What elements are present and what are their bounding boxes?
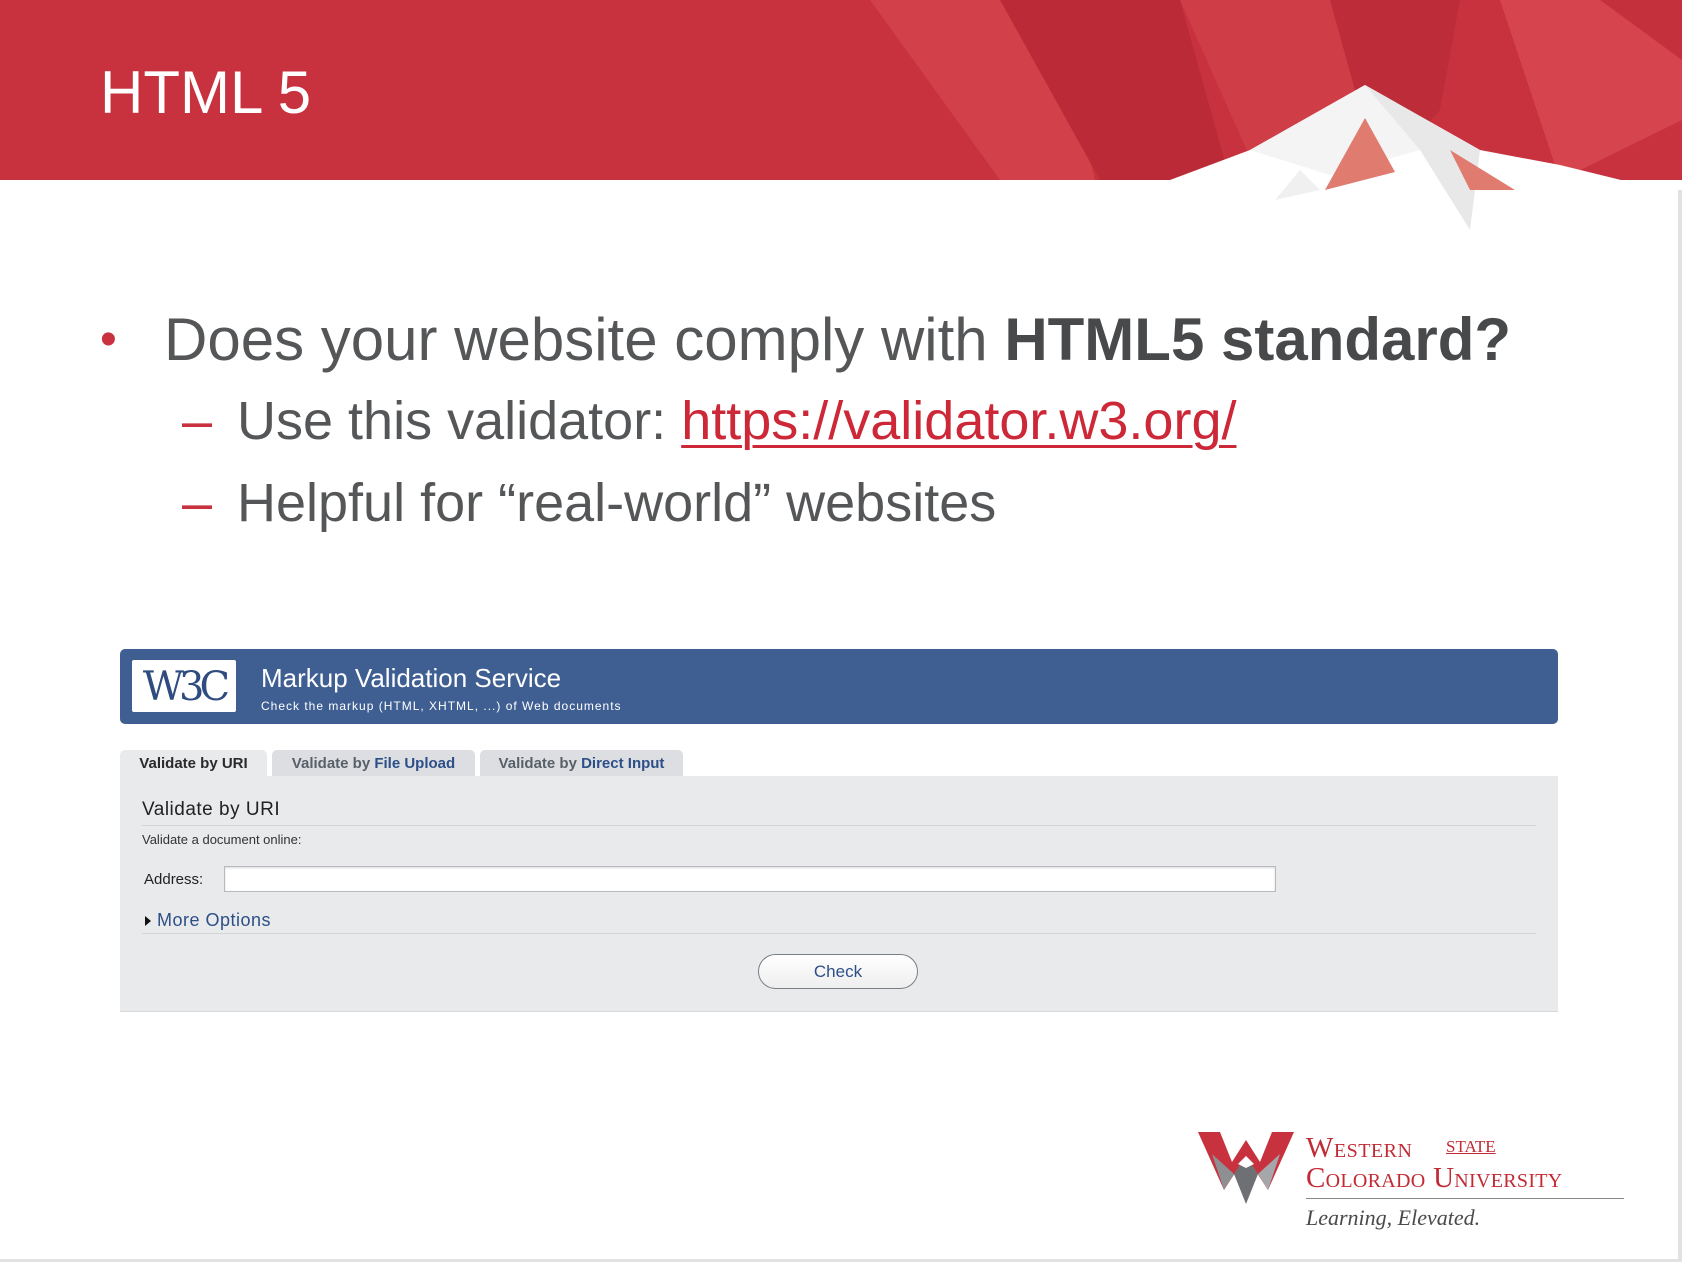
divider — [142, 933, 1536, 934]
slide-title: HTML 5 — [100, 59, 311, 126]
header-banner: HTML 5 — [0, 0, 1682, 250]
panel-description: Validate a document online: — [142, 832, 302, 847]
bullet-item: • Does your website comply with HTML5 st… — [100, 300, 1620, 380]
university-name-line-2: Colorado University — [1306, 1162, 1563, 1194]
sub-bullet-helpful: – Helpful for “real-world” websites — [100, 462, 1620, 544]
validator-title: Markup Validation Service — [261, 663, 562, 693]
university-tagline: Learning, Elevated. — [1306, 1205, 1481, 1230]
divider — [142, 825, 1536, 826]
check-button[interactable]: Check — [758, 954, 918, 989]
validate-panel: Validate by URI Validate a document onli… — [120, 776, 1558, 1012]
bullet-list: • Does your website comply with HTML5 st… — [100, 300, 1620, 544]
bullet-text: Does your website comply with — [164, 306, 1005, 373]
w3c-logo-text: W3C — [142, 664, 230, 710]
validator-header: W3C Markup Validation Service Check the … — [120, 649, 1558, 724]
wscu-w-logo-icon — [1198, 1132, 1294, 1204]
validator-link[interactable]: https://validator.w3.org/ — [681, 391, 1236, 451]
validator-screenshot: W3C Markup Validation Service Check the … — [120, 649, 1558, 1012]
bullet-bold-text: HTML5 standard? — [1004, 306, 1512, 373]
validator-subtitle: Check the markup (HTML, XHTML, ...) of W… — [261, 699, 622, 713]
sub-bullet-text: Helpful for “real-world” websites — [237, 473, 997, 533]
sub-bullet-text: Use this validator: — [237, 391, 682, 451]
dash-icon: – — [182, 391, 213, 451]
university-state: STATE — [1446, 1137, 1496, 1156]
slide-edge — [1678, 190, 1682, 1262]
bullet-dot-icon: • — [100, 313, 117, 366]
tab-validate-by-uri[interactable]: Validate by URI — [120, 750, 267, 777]
dash-icon: – — [182, 473, 213, 533]
more-options-link[interactable]: More Options — [157, 910, 271, 931]
address-input[interactable] — [224, 866, 1276, 892]
logo-divider — [1306, 1198, 1624, 1199]
w3c-logo[interactable]: W3C — [132, 660, 236, 712]
tab-validate-by-direct-input[interactable]: Validate by Direct Input — [480, 750, 683, 776]
sub-bullet-validator: – Use this validator: https://validator.… — [100, 380, 1620, 462]
tab-validate-by-file-upload[interactable]: Validate by File Upload — [272, 750, 475, 776]
expand-triangle-icon[interactable] — [145, 916, 151, 926]
university-name-line-1: Western — [1306, 1132, 1413, 1164]
address-label: Address: — [144, 871, 204, 888]
panel-title: Validate by URI — [142, 799, 281, 820]
